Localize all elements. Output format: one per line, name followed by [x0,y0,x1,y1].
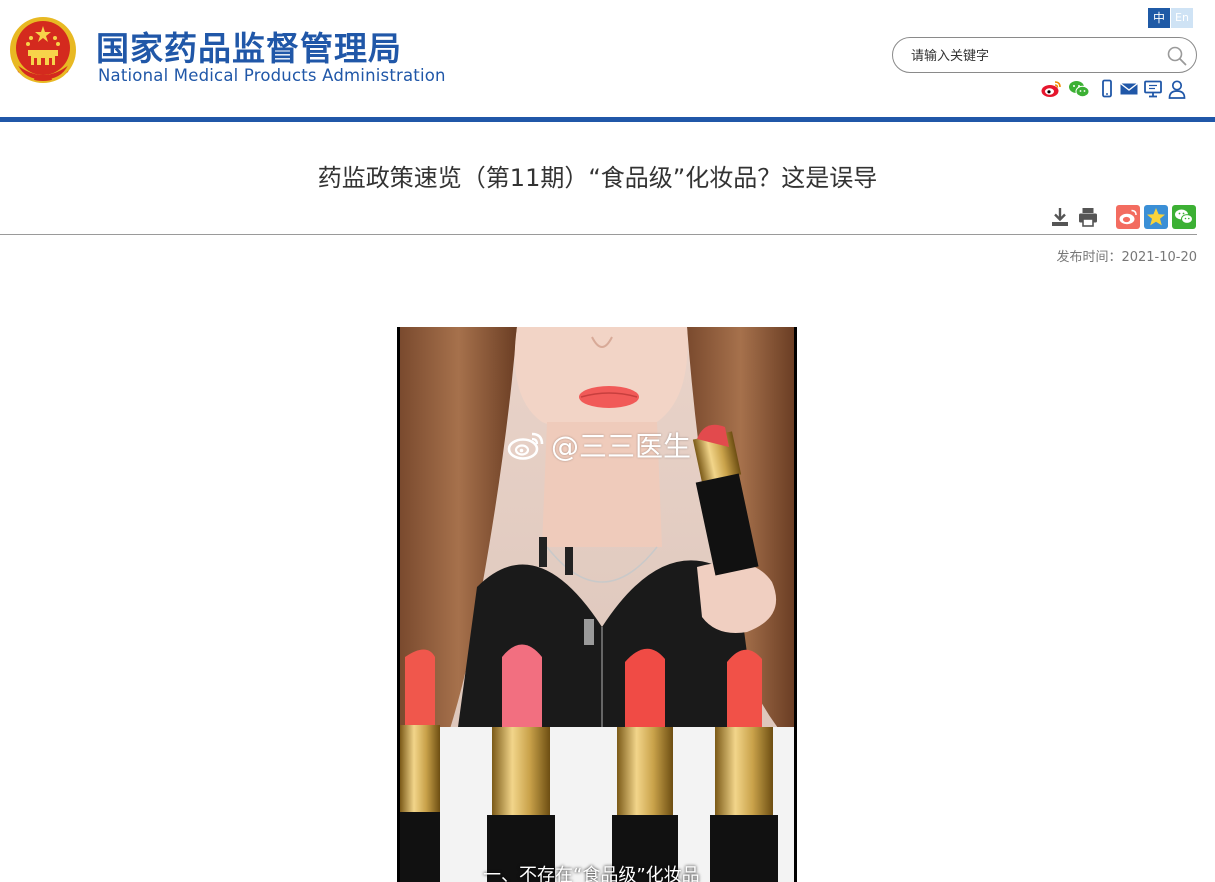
header-social-links [1040,79,1200,101]
site-title[interactable]: 国家药品监督管理局 [96,22,402,70]
download-icon[interactable] [1048,205,1072,229]
site-header: 国家药品监督管理局 National Medical Products Admi… [0,0,1215,118]
weibo-icon[interactable] [1040,79,1062,99]
mail-icon[interactable] [1118,79,1140,99]
search-box [892,37,1197,73]
user-icon[interactable] [1166,79,1188,99]
language-english-button[interactable]: En [1171,8,1193,28]
language-chinese-button[interactable]: 中 [1148,8,1170,28]
title-divider [0,234,1197,235]
print-icon[interactable] [1076,205,1100,229]
video-subtitle: 一、不存在“食品级”化妆品 [483,865,700,882]
article-video[interactable]: @三三医生 一、不存在“食品级”化妆品 [397,327,797,882]
mobile-icon[interactable] [1096,79,1118,99]
share-weibo-icon[interactable] [1116,205,1140,229]
article-title: 药监政策速览（第11期）“食品级”化妆品？这是误导 [317,164,878,192]
search-icon[interactable] [1166,45,1188,67]
national-emblem-logo[interactable] [8,14,78,86]
share-wechat-icon[interactable] [1172,205,1196,229]
site-subtitle-english[interactable]: National Medical Products Administration [98,66,446,85]
publish-time: 发布时间：2021-10-20 [1056,250,1197,265]
video-still-image [397,327,797,882]
article-tools [1046,205,1201,231]
video-watermark: @三三医生 [507,425,691,465]
weibo-watermark-icon [507,432,544,460]
share-qzone-icon[interactable] [1144,205,1168,229]
wechat-icon[interactable] [1068,79,1090,99]
header-divider [0,117,1215,122]
search-input[interactable] [911,46,1161,66]
display-icon[interactable] [1142,79,1164,99]
watermark-handle: @三三医生 [551,430,692,463]
